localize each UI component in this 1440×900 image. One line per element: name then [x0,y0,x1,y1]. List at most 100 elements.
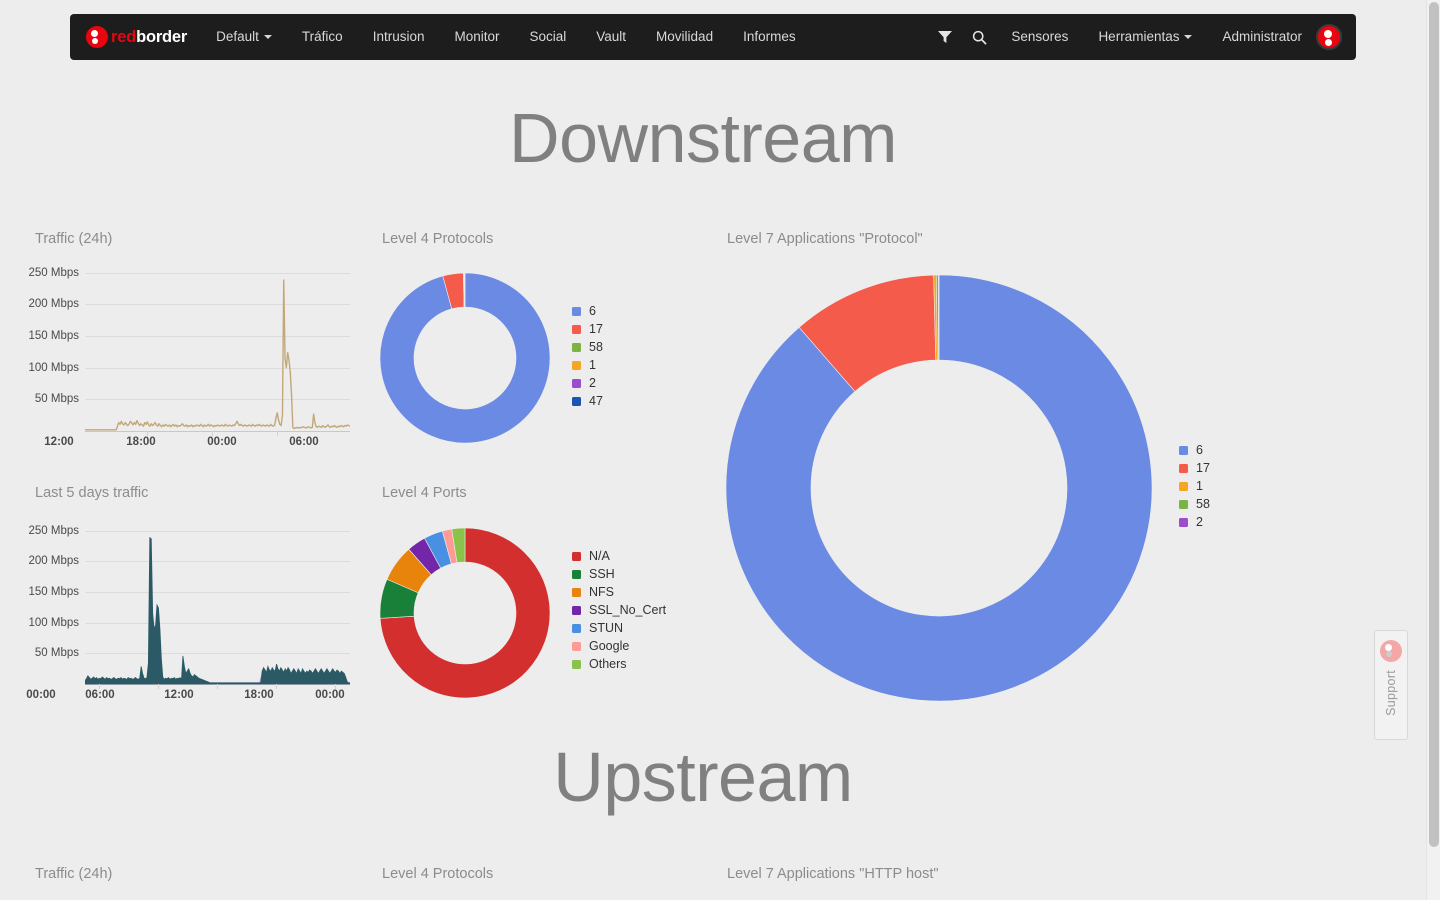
widget-title-up-traffic-24h: Traffic (24h) [35,866,113,882]
ytick-150: 150 Mbps [28,330,79,342]
user-avatar[interactable] [1316,24,1342,50]
nav-item-herramientas[interactable]: Herramientas [1083,14,1207,60]
xtick-0600: 06:00 [85,689,115,701]
widget-traffic-24h: Traffic (24h) [35,231,355,247]
legend-l4-ports: N/A SSH NFS SSL_No_Cert STUN Google Others [572,547,666,673]
ytick-200: 200 Mbps [28,555,79,567]
legend-swatch [572,605,581,615]
legend-item[interactable]: 17 [572,320,603,338]
widget-title-up-l7-http-host: Level 7 Applications "HTTP host" [727,866,939,882]
chevron-down-icon [1184,35,1193,39]
page-scrollbar-thumb[interactable] [1429,2,1439,847]
legend-label: 58 [589,340,603,354]
search-icon[interactable] [962,14,996,60]
main-navbar: redborder Default Tráfico Intrusion Moni… [70,14,1356,60]
chart-last-5-days[interactable]: 250 Mbps 200 Mbps 150 Mbps 100 Mbps 50 M… [26,525,350,701]
nav-item-sensores[interactable]: Sensores [996,14,1083,60]
legend-l7-protocol: 6 17 1 58 2 [1179,441,1210,531]
legend-label: 6 [589,304,596,318]
legend-label: 2 [1196,515,1203,529]
support-tab[interactable]: Support [1374,630,1408,740]
nav-item-administrator[interactable]: Administrator [1207,14,1308,60]
nav-item-intrusion[interactable]: Intrusion [358,14,440,60]
legend-item[interactable]: 1 [1179,477,1210,495]
legend-item[interactable]: NFS [572,583,666,601]
nav-item-movilidad[interactable]: Movilidad [641,14,728,60]
legend-label: 1 [589,358,596,372]
legend-label: 58 [1196,497,1210,511]
legend-swatch [572,396,581,406]
legend-item[interactable]: 17 [1179,459,1210,477]
legend-item[interactable]: 6 [572,302,603,320]
nav-item-vault[interactable]: Vault [581,14,641,60]
xtick-0000-a: 00:00 [26,689,56,701]
ytick-150: 150 Mbps [28,586,79,598]
legend-swatch [572,324,581,334]
legend-label: 17 [1196,461,1210,475]
legend-item[interactable]: SSH [572,565,666,583]
legend-swatch [572,378,581,388]
nav-label-herramientas: Herramientas [1098,29,1180,44]
legend-item[interactable]: 6 [1179,441,1210,459]
chart-l7-protocol-donut[interactable] [724,273,1154,703]
legend-swatch [572,623,581,633]
xtick-0000-b: 00:00 [315,689,345,701]
legend-swatch [572,587,581,597]
legend-label: Others [589,657,627,671]
widget-up-l7-http-host: Level 7 Applications "HTTP host" [727,866,939,882]
chart-l4-ports-donut[interactable] [375,523,555,703]
brand-name-white: border [136,27,188,46]
widget-title-up-l4-protocols: Level 4 Protocols [382,866,494,882]
chart-l4-protocols-donut[interactable] [375,268,555,448]
nav-item-trafico[interactable]: Tráfico [287,14,358,60]
ytick-50: 50 Mbps [34,393,79,405]
legend-label: SSH [589,567,615,581]
chart-traffic-24h[interactable]: 250 Mbps 200 Mbps 150 Mbps 100 Mbps 50 M… [28,267,350,448]
legend-label: N/A [589,549,610,563]
legend-item[interactable]: SSL_No_Cert [572,601,666,619]
widget-title-l4-ports: Level 4 Ports [382,485,467,501]
ytick-100: 100 Mbps [28,362,79,374]
legend-item[interactable]: 2 [1179,513,1210,531]
nav-item-default[interactable]: Default [201,14,287,60]
widget-title-last-5-days: Last 5 days traffic [35,485,149,501]
legend-swatch [1179,463,1188,473]
brand-name-red: red [111,27,137,46]
widget-l4-ports: Level 4 Ports [382,485,467,501]
traffic-24h-plot [85,279,350,431]
page-scrollbar[interactable] [1426,0,1440,900]
widget-up-l4-protocols: Level 4 Protocols [382,866,493,882]
xtick-1800: 18:00 [126,436,156,448]
xtick-1200: 12:00 [44,436,74,448]
legend-item[interactable]: 1 [572,356,603,374]
legend-label: 1 [1196,479,1203,493]
xtick-1200: 12:00 [164,689,194,701]
legend-label: 2 [589,376,596,390]
legend-item[interactable]: Google [572,637,666,655]
support-label: Support [1384,670,1398,716]
legend-item[interactable]: 58 [1179,495,1210,513]
legend-item[interactable]: Others [572,655,666,673]
last-5-days-plot [85,536,350,685]
nav-item-monitor[interactable]: Monitor [439,14,514,60]
legend-swatch [572,342,581,352]
widget-l4-protocols: Level 4 Protocols [382,231,493,247]
widget-title-l7-protocol: Level 7 Applications "Protocol" [727,231,923,247]
legend-item[interactable]: 58 [572,338,603,356]
legend-item[interactable]: 2 [572,374,603,392]
legend-item[interactable]: 47 [572,392,603,410]
nav-item-social[interactable]: Social [514,14,581,60]
legend-label: Google [589,639,630,653]
ytick-200: 200 Mbps [28,298,79,310]
nav-item-informes[interactable]: Informes [728,14,811,60]
ytick-50: 50 Mbps [34,647,79,659]
legend-item[interactable]: N/A [572,547,666,565]
widget-l7-protocol: Level 7 Applications "Protocol" [727,231,923,247]
brand-logo[interactable]: redborder [86,14,187,60]
legend-item[interactable]: STUN [572,619,666,637]
widget-title-l4-protocols: Level 4 Protocols [382,231,494,247]
redborder-logo-icon [86,26,108,48]
legend-label: 6 [1196,443,1203,457]
filter-icon[interactable] [928,14,962,60]
legend-label: 17 [589,322,603,336]
